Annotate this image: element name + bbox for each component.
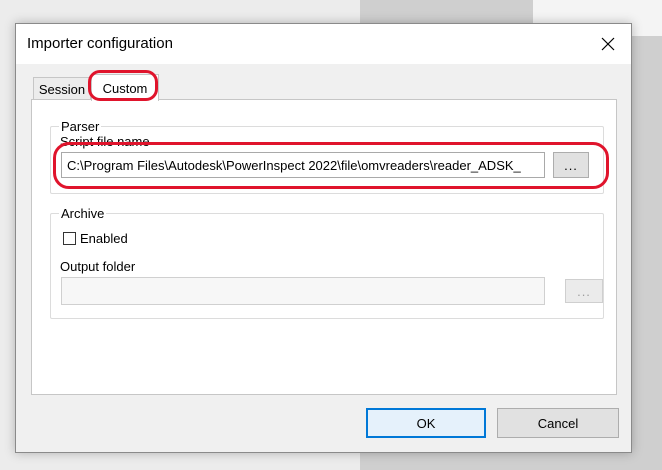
output-folder-label: Output folder (60, 259, 136, 274)
script-file-name-label: Script file name (60, 134, 150, 149)
tab-session-label: Session (38, 81, 86, 97)
script-browse-button[interactable]: ... (553, 152, 589, 178)
tab-custom[interactable]: Custom (91, 74, 159, 101)
close-button[interactable] (585, 24, 631, 64)
ok-button[interactable]: OK (366, 408, 486, 438)
archive-enabled-checkbox[interactable] (63, 232, 76, 245)
output-browse-button[interactable]: ... (565, 279, 603, 303)
custom-tab-panel: Parser Script file name C:\Program Files… (31, 99, 617, 395)
archive-group-title: Archive (59, 206, 107, 221)
close-icon (601, 37, 615, 51)
script-file-name-input[interactable]: C:\Program Files\Autodesk\PowerInspect 2… (61, 152, 545, 178)
title-bar: Importer configuration (16, 24, 631, 64)
tab-custom-label: Custom (102, 80, 148, 96)
tab-session[interactable]: Session (33, 77, 91, 100)
output-folder-input[interactable] (61, 277, 545, 305)
importer-configuration-dialog: Importer configuration Session Custom Pa… (15, 23, 632, 453)
archive-group: Archive Enabled Output folder ... (50, 206, 604, 319)
archive-enabled-label: Enabled (80, 231, 128, 246)
parser-group: Parser Script file name C:\Program Files… (50, 119, 604, 194)
parser-group-title: Parser (59, 119, 102, 134)
dialog-title: Importer configuration (27, 35, 173, 52)
cancel-button[interactable]: Cancel (497, 408, 619, 438)
